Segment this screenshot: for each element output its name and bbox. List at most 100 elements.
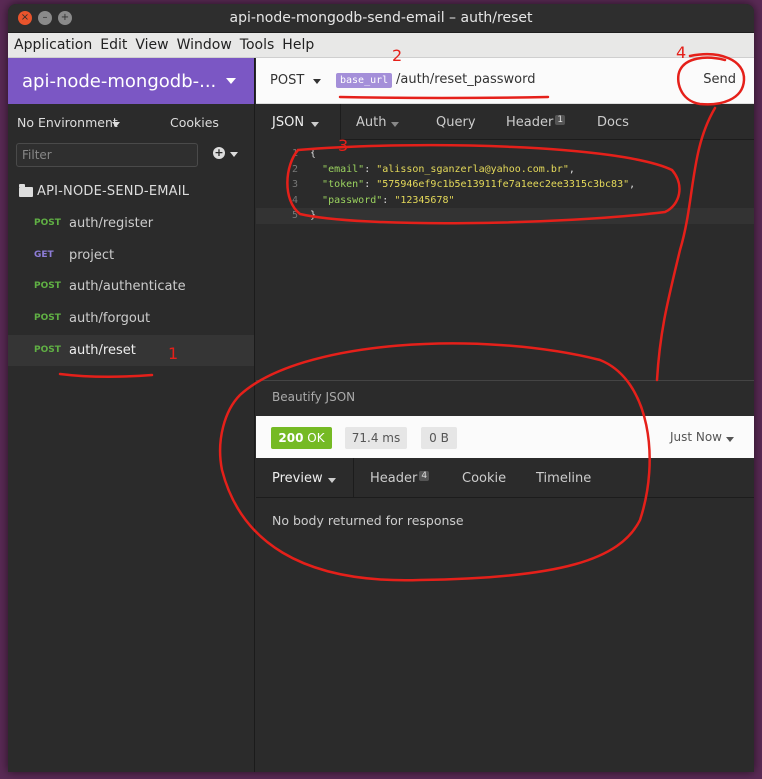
request-name: auth/authenticate [69,279,186,295]
line-number: 5 [291,210,298,221]
code-text: } [310,210,317,221]
tab-response-header[interactable]: Header 4 [370,471,430,486]
json-key: "token" [322,179,365,190]
app-window: × – + api-node-mongodb-send-email – auth… [8,4,754,772]
line-number: 1 [291,148,298,159]
menu-help[interactable]: Help [280,37,320,53]
folder-label: API-NODE-SEND-EMAIL [37,184,190,199]
request-method: POST [34,313,61,324]
json-key: "password" [322,194,383,206]
json-value: "575946ef9c1b5e13911fe7a1eec2ee3315c3bc8… [376,179,630,190]
menu-view[interactable]: View [133,37,174,53]
chevron-down-icon [226,78,236,84]
request-method: POST [34,218,61,228]
tab-body-json[interactable]: JSON [272,115,304,130]
request-item-forgout[interactable]: POST auth/forgout [8,303,254,335]
request-method: POST [34,281,61,292]
request-item-reset[interactable]: POST auth/reset [8,334,254,367]
menu-tools[interactable]: Tools [238,37,281,53]
folder-icon [19,184,33,197]
annotation-number-2: 2 [392,46,403,65]
line-number: 4 [291,194,298,206]
beautify-json-button[interactable]: Beautify JSON [272,390,355,404]
tab-header[interactable]: Header 1 [506,115,566,130]
menu-edit[interactable]: Edit [98,37,133,53]
chevron-down-icon [311,122,319,127]
code-text: "token": "575946ef9c1b5e13911fe7a1eec2ee… [322,179,636,190]
json-value: "12345678" [394,194,455,206]
response-time-badge: 71.4 ms [345,427,407,449]
line-number: 2 [291,163,298,175]
tab-query[interactable]: Query [436,115,476,130]
environment-selector[interactable]: No Environment [17,115,118,130]
status-code: 200 [278,431,304,445]
workspace-name: api-node-mongodb-... [22,70,217,92]
request-item-project[interactable]: GET project [8,240,254,272]
cookies-button[interactable]: Cookies [170,115,219,130]
code-line: 4 "password": "12345678" [256,193,754,209]
response-status-bar: 200 OK 71.4 ms 0 B Just Now [256,416,754,458]
title-bar: × – + api-node-mongodb-send-email – auth… [8,4,754,33]
status-text: OK [307,431,325,445]
request-name: auth/reset [69,342,136,358]
request-method: GET [34,249,54,260]
json-value: "alisson_sganzerla@yahoo.com.br" [376,163,569,175]
code-line: 5 } [256,208,754,224]
tab-header-label: Header [506,115,554,130]
menu-bar: Application Edit View Window Tools Help [8,33,754,58]
chevron-down-icon [726,437,734,442]
request-item-authenticate[interactable]: POST auth/authenticate [8,271,254,303]
environment-caret-icon [112,122,120,127]
request-name: project [69,247,115,263]
request-item-register[interactable]: POST auth/register [8,208,254,240]
request-tabs: JSON Auth Query Header 1 Docs [256,104,754,140]
tab-preview[interactable]: Preview [272,471,323,486]
request-name: auth/forgout [69,311,151,327]
tab-cookie[interactable]: Cookie [462,471,506,486]
code-line: 2 "email": "alisson_sganzerla@yahoo.com.… [256,162,754,178]
editor-footer: Beautify JSON [256,380,754,412]
tab-docs[interactable]: Docs [597,115,629,130]
send-button[interactable]: Send [703,72,736,87]
response-header-count-badge: 4 [419,471,430,481]
code-text: { [310,148,317,159]
code-line: 3 "token": "575946ef9c1b5e13911fe7a1eec2… [256,177,754,193]
tab-timeline[interactable]: Timeline [536,471,591,486]
filter-input[interactable]: Filter [16,143,198,167]
code-text: "password": "12345678" [322,194,455,206]
annotation-number-1: 1 [168,344,179,363]
menu-window[interactable]: Window [175,37,238,53]
method-caret-icon [313,79,321,84]
chevron-down-icon [391,122,399,127]
response-body-message: No body returned for response [272,513,464,528]
request-method: POST [34,344,61,355]
code-text: "email": "alisson_sganzerla@yahoo.com.br… [322,163,575,175]
url-input[interactable]: /auth/reset_password [396,72,535,87]
menu-application[interactable]: Application [12,37,98,53]
response-size-badge: 0 B [421,427,457,449]
code-line: 1 { [256,146,754,162]
status-badge: 200 OK [271,427,332,449]
json-body-editor[interactable]: 1 { 2 "email": "alisson_sganzerla@yahoo.… [256,140,754,380]
sidebar: api-node-mongodb-... No Environment Cook… [8,58,255,772]
chevron-down-icon [328,478,336,483]
base-url-variable-tag[interactable]: base_url [336,73,393,88]
annotation-number-4: 4 [676,43,687,62]
window-title: api-node-mongodb-send-email – auth/reset [229,10,533,26]
annotation-number-3: 3 [338,136,349,155]
header-count-badge: 1 [555,115,566,125]
response-tabs: Preview Header 4 Cookie Timeline [256,458,754,498]
line-number: 3 [291,179,298,190]
response-history-selector[interactable]: Just Now [670,430,722,444]
method-selector[interactable]: POST [270,73,304,88]
json-key: "email" [322,163,365,175]
tab-auth[interactable]: Auth [356,115,386,130]
add-item-button[interactable]: + [213,147,225,159]
request-pane: POST base_url /auth/reset_password Send … [256,58,754,772]
workspace-selector[interactable]: api-node-mongodb-... [8,58,254,104]
folder-item[interactable]: API-NODE-SEND-EMAIL [8,174,254,208]
request-name: auth/register [69,216,154,231]
tab-response-header-label: Header [370,471,418,486]
add-caret-icon [230,152,238,157]
url-bar: POST base_url /auth/reset_password Send [256,58,754,104]
